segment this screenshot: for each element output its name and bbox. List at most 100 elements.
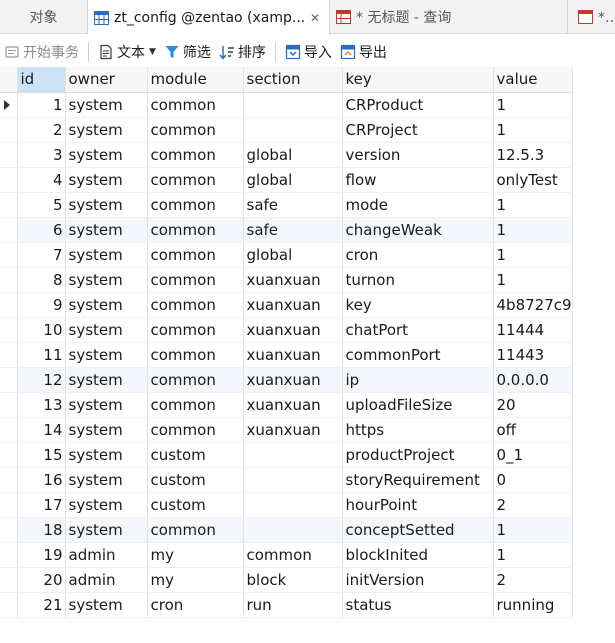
tab-untitled-query[interactable]: * 无标题 - 查询 (330, 0, 568, 34)
cell-id[interactable]: 11 (17, 342, 66, 368)
cell-owner[interactable]: system (65, 592, 148, 618)
row-indicator[interactable] (0, 467, 18, 493)
table-row[interactable]: 15 system custom productProject 0_1 (0, 442, 573, 468)
cell-value[interactable]: 1 (493, 517, 573, 543)
cell-key[interactable]: uploadFileSize (342, 392, 494, 418)
cell-value[interactable]: 2 (493, 567, 573, 593)
cell-id[interactable]: 4 (17, 167, 66, 193)
cell-owner[interactable]: system (65, 467, 148, 493)
cell-key[interactable]: blockInited (342, 542, 494, 568)
table-row[interactable]: 4 system common global flow onlyTest (0, 167, 573, 193)
cell-key[interactable]: initVersion (342, 567, 494, 593)
cell-key[interactable]: hourPoint (342, 492, 494, 518)
cell-section[interactable]: run (243, 592, 343, 618)
table-row[interactable]: 5 system common safe mode 1 (0, 192, 573, 218)
table-row[interactable]: 6 system common safe changeWeak 1 (0, 217, 573, 243)
cell-module[interactable]: common (147, 217, 244, 243)
cell-section[interactable] (243, 517, 343, 543)
cell-value[interactable]: 1 (493, 92, 573, 118)
cell-module[interactable]: custom (147, 442, 244, 468)
cell-key[interactable]: conceptSetted (342, 517, 494, 543)
cell-owner[interactable]: system (65, 292, 148, 318)
cell-key[interactable]: mode (342, 192, 494, 218)
row-indicator[interactable] (0, 217, 18, 243)
export-button[interactable]: 导出 (336, 40, 391, 64)
table-row[interactable]: 3 system common global version 12.5.3 (0, 142, 573, 168)
cell-section[interactable]: global (243, 167, 343, 193)
cell-section[interactable]: global (243, 142, 343, 168)
cell-module[interactable]: common (147, 267, 244, 293)
table-row[interactable]: 13 system common xuanxuan uploadFileSize 20 (0, 392, 573, 418)
cell-id[interactable]: 13 (17, 392, 66, 418)
table-row[interactable]: 14 system common xuanxuan https off (0, 417, 573, 443)
cell-key[interactable]: CRProduct (342, 92, 494, 118)
cell-value[interactable]: 1 (493, 217, 573, 243)
row-indicator[interactable] (0, 242, 18, 268)
row-indicator[interactable] (0, 392, 18, 418)
cell-owner[interactable]: system (65, 342, 148, 368)
table-row[interactable]: 16 system custom storyRequirement 0 (0, 467, 573, 493)
cell-key[interactable]: flow (342, 167, 494, 193)
column-header-value[interactable]: value (493, 67, 573, 93)
cell-id[interactable]: 21 (17, 592, 66, 618)
cell-module[interactable]: common (147, 167, 244, 193)
cell-section[interactable]: xuanxuan (243, 417, 343, 443)
cell-value[interactable]: off (493, 417, 573, 443)
table-row[interactable]: 10 system common xuanxuan chatPort 11444 (0, 317, 573, 343)
cell-module[interactable]: common (147, 117, 244, 143)
cell-owner[interactable]: system (65, 267, 148, 293)
cell-id[interactable]: 10 (17, 317, 66, 343)
cell-key[interactable]: cron (342, 242, 494, 268)
cell-id[interactable]: 5 (17, 192, 66, 218)
row-indicator[interactable] (0, 117, 18, 143)
tab-untitled-partial[interactable]: * 无 (574, 0, 615, 34)
cell-value[interactable]: 1 (493, 267, 573, 293)
cell-module[interactable]: common (147, 192, 244, 218)
cell-module[interactable]: common (147, 292, 244, 318)
row-indicator[interactable] (0, 517, 18, 543)
cell-value[interactable]: 1 (493, 117, 573, 143)
cell-section[interactable]: block (243, 567, 343, 593)
cell-owner[interactable]: system (65, 392, 148, 418)
cell-id[interactable]: 20 (17, 567, 66, 593)
cell-id[interactable]: 9 (17, 292, 66, 318)
cell-id[interactable]: 15 (17, 442, 66, 468)
cell-module[interactable]: cron (147, 592, 244, 618)
table-row[interactable]: 19 admin my common blockInited 1 (0, 542, 573, 568)
cell-module[interactable]: common (147, 517, 244, 543)
cell-value[interactable]: 1 (493, 192, 573, 218)
row-indicator[interactable] (0, 592, 18, 618)
cell-id[interactable]: 2 (17, 117, 66, 143)
sort-button[interactable]: 排序 (215, 40, 270, 64)
cell-owner[interactable]: system (65, 117, 148, 143)
cell-value[interactable]: 0.0.0.0 (493, 367, 573, 393)
cell-module[interactable]: common (147, 367, 244, 393)
cell-key[interactable]: turnon (342, 267, 494, 293)
cell-section[interactable] (243, 442, 343, 468)
cell-value[interactable]: 2 (493, 492, 573, 518)
cell-module[interactable]: common (147, 317, 244, 343)
cell-key[interactable]: CRProject (342, 117, 494, 143)
table-row[interactable]: 11 system common xuanxuan commonPort 11443 (0, 342, 573, 368)
row-indicator[interactable] (0, 367, 18, 393)
cell-module[interactable]: custom (147, 492, 244, 518)
cell-module[interactable]: common (147, 242, 244, 268)
column-header-section[interactable]: section (243, 67, 343, 93)
row-indicator[interactable] (0, 267, 18, 293)
row-indicator[interactable] (0, 542, 18, 568)
cell-module[interactable]: common (147, 417, 244, 443)
cell-owner[interactable]: system (65, 242, 148, 268)
cell-owner[interactable]: system (65, 492, 148, 518)
table-row[interactable]: 18 system common conceptSetted 1 (0, 517, 573, 543)
cell-module[interactable]: common (147, 142, 244, 168)
row-indicator[interactable] (0, 317, 18, 343)
cell-module[interactable]: my (147, 567, 244, 593)
cell-module[interactable]: my (147, 542, 244, 568)
row-indicator[interactable] (0, 167, 18, 193)
cell-value[interactable]: 0_1 (493, 442, 573, 468)
cell-key[interactable]: status (342, 592, 494, 618)
table-row[interactable]: 9 system common xuanxuan key 4b8727c9 (0, 292, 573, 318)
cell-value[interactable]: 0 (493, 467, 573, 493)
cell-id[interactable]: 3 (17, 142, 66, 168)
cell-id[interactable]: 17 (17, 492, 66, 518)
